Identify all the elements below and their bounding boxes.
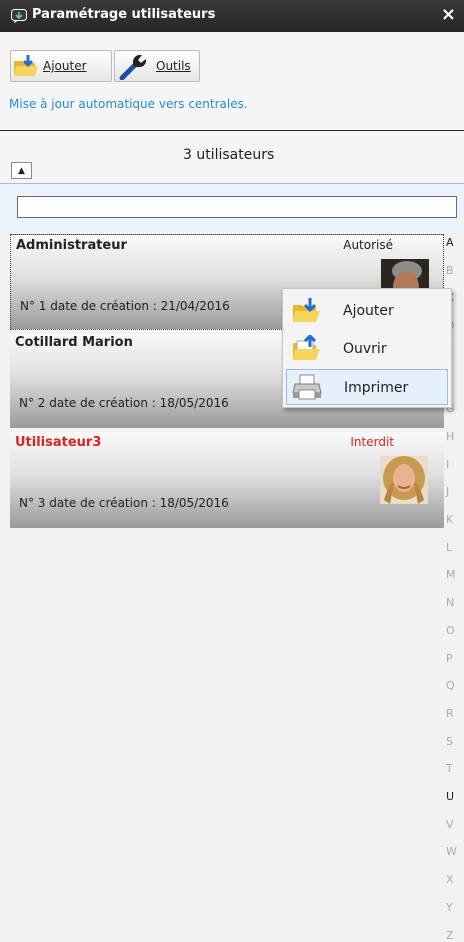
alphabet-letter[interactable]: R xyxy=(446,707,464,720)
menu-item-print[interactable]: Imprimer xyxy=(286,369,448,405)
menu-item-label: Ajouter xyxy=(343,303,394,319)
alphabet-letter[interactable]: B xyxy=(446,264,464,277)
user-status: Interdit xyxy=(350,435,394,449)
folder-open-icon xyxy=(293,335,320,360)
alphabet-letter[interactable]: Y xyxy=(446,901,464,914)
folder-add-icon xyxy=(14,55,38,76)
window-titlebar: Paramétrage utilisateurs × xyxy=(0,0,464,32)
user-meta: N° 2 date de création : 18/05/2016 xyxy=(19,396,229,410)
user-card[interactable]: Utilisateur3 Interdit N° 3 date de créat… xyxy=(10,432,444,528)
alphabet-letter[interactable]: P xyxy=(446,652,464,665)
user-avatar xyxy=(380,456,428,504)
user-name: Cotillard Marion xyxy=(15,335,133,350)
window-app-icon xyxy=(11,9,27,24)
auto-update-text: Mise à jour automatique vers centrales. xyxy=(9,97,248,111)
add-button[interactable]: Ajouter xyxy=(10,50,112,82)
alphabet-letter[interactable]: O xyxy=(446,624,464,637)
user-status: Autorisé xyxy=(343,238,393,252)
alphabet-letter[interactable]: S xyxy=(446,735,464,748)
alphabet-letter[interactable]: A xyxy=(446,236,464,249)
alphabet-letter[interactable]: T xyxy=(446,762,464,775)
alphabet-letter[interactable]: I xyxy=(446,458,464,471)
menu-item-open[interactable]: Ouvrir xyxy=(286,331,448,367)
wrench-icon xyxy=(119,54,147,80)
auto-update-info: Mise à jour automatique vers centrales. xyxy=(0,94,464,131)
search-zone xyxy=(0,184,464,232)
alphabet-letter[interactable]: V xyxy=(446,818,464,831)
add-button-label: Ajouter xyxy=(43,59,87,73)
tools-button-label: Outils xyxy=(156,59,191,73)
tools-button[interactable]: Outils xyxy=(114,50,200,82)
alphabet-letter[interactable]: N xyxy=(446,596,464,609)
toolbar: Ajouter Outils xyxy=(0,32,464,94)
window-title: Paramétrage utilisateurs xyxy=(32,7,216,22)
user-meta: N° 3 date de création : 18/05/2016 xyxy=(19,496,229,510)
folder-add-icon xyxy=(293,298,320,322)
search-input[interactable] xyxy=(17,196,457,218)
alphabet-letter[interactable]: X xyxy=(446,873,464,886)
alphabet-letter[interactable]: U xyxy=(446,790,464,803)
menu-item-label: Ouvrir xyxy=(343,341,387,357)
alphabet-letter[interactable]: Q xyxy=(446,679,464,692)
collapse-button[interactable]: ▲ xyxy=(11,162,32,179)
alphabet-letter[interactable]: K xyxy=(446,513,464,526)
alphabet-letter[interactable]: Z xyxy=(446,929,464,942)
alphabet-letter[interactable]: L xyxy=(446,541,464,554)
context-menu: Ajouter Ouvrir Imprimer xyxy=(282,288,452,408)
menu-item-add[interactable]: Ajouter xyxy=(286,293,448,329)
alphabet-letter[interactable]: M xyxy=(446,568,464,581)
user-name: Administrateur xyxy=(16,238,127,253)
close-icon[interactable]: × xyxy=(441,4,456,25)
triangle-up-icon: ▲ xyxy=(18,165,25,176)
user-count: 3 utilisateurs xyxy=(183,147,275,163)
alphabet-letter[interactable]: W xyxy=(446,845,464,858)
user-meta: N° 1 date de création : 21/04/2016 xyxy=(20,299,230,313)
user-name: Utilisateur3 xyxy=(15,435,102,450)
menu-item-label: Imprimer xyxy=(344,380,409,396)
alphabet-letter[interactable]: H xyxy=(446,430,464,443)
printer-icon xyxy=(292,374,322,400)
alphabet-letter[interactable]: J xyxy=(446,485,464,498)
list-header: ▲ 3 utilisateurs xyxy=(0,131,464,184)
